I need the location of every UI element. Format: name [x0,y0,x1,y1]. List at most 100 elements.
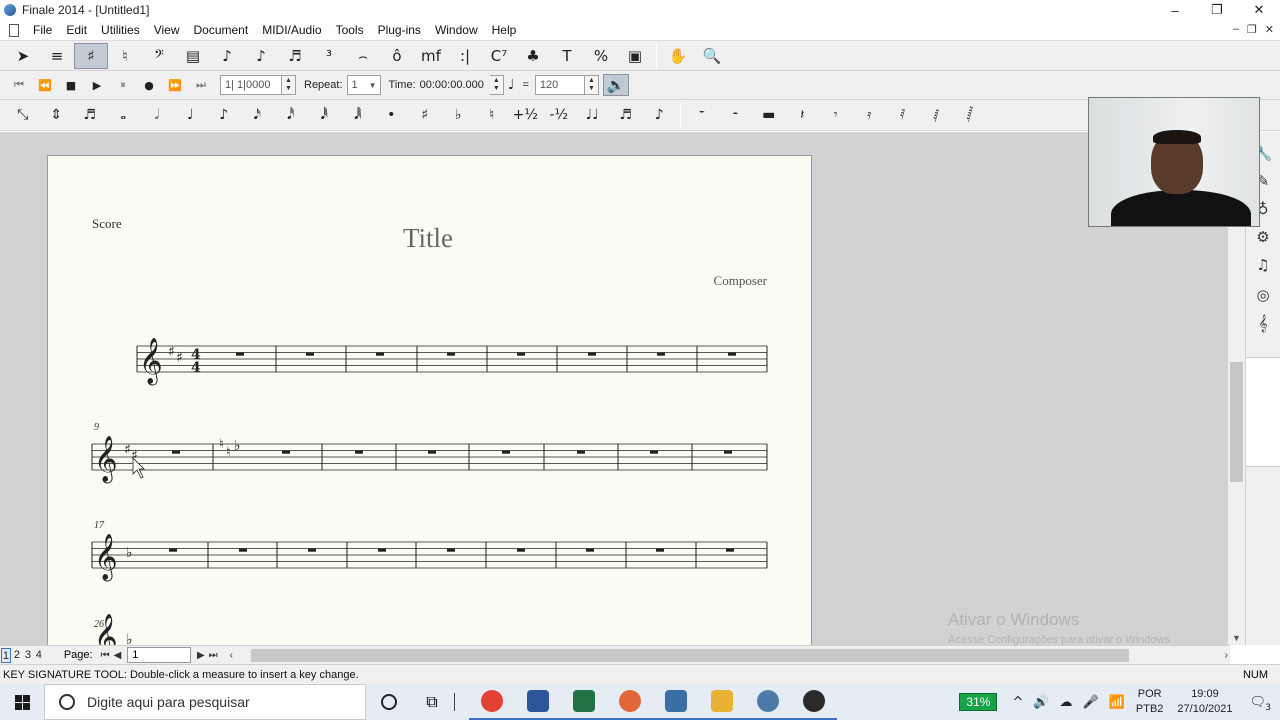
previous-page-icon[interactable]: ◀ [114,650,122,661]
status-message: KEY SIGNATURE TOOL: Double-click a measu… [3,668,359,681]
windows-taskbar: Digite aqui para pesquisar ⧉ 31% ^ 🔊 ☁ 🎤… [0,684,1280,720]
page-tab-1[interactable]: 1 [1,647,11,663]
scroll-down-icon[interactable]: ▼ [1228,633,1245,643]
whole-rest [355,450,363,454]
task-view-icon: ⧉ [426,692,438,711]
page-tab-3[interactable]: 3 [23,648,33,663]
sharp-icon: ♯ [124,442,131,458]
chevron-up-icon[interactable]: ^ [1012,695,1023,710]
word-icon [527,690,549,712]
first-page-icon[interactable]: ⏮ [101,650,110,661]
whole-rest [726,548,734,552]
excel-icon [573,690,595,712]
keyboard-layout: PTB2 [1135,703,1164,715]
notification-count: 3 [1265,702,1271,713]
side-palette-6-icon[interactable]: ◎ [1252,284,1274,306]
start-button[interactable] [0,684,44,720]
flat-icon: ♭ [126,545,133,561]
whole-rest [306,352,314,356]
whole-rest [517,548,525,552]
page-tab-4[interactable]: 4 [34,648,44,663]
activation-watermark-text: Acesse Configurações para ativar o Windo… [948,634,1173,646]
sharp-icon: ♯ [176,350,183,366]
whole-rest [376,352,384,356]
side-palette-7-icon[interactable]: 𝄞 [1252,312,1274,334]
paint-icon [619,690,641,712]
side-palette-5-icon[interactable]: ♫ [1252,254,1274,276]
next-page-icon[interactable]: ▶ [197,650,205,661]
time-signature-denominator: 4 [191,360,201,376]
whole-rest [308,548,316,552]
clock-time: 19:09 [1191,688,1219,700]
paint-taskbar-button[interactable] [607,684,653,720]
search-placeholder: Digite aqui para pesquisar [87,694,250,710]
cortana-icon [381,694,397,710]
whole-rest [657,352,665,356]
whole-rest [502,450,510,454]
whole-rest [517,352,525,356]
language-indicator[interactable]: POR PTB2 [1136,687,1164,717]
num-lock-indicator: NUM [1242,668,1268,681]
right-panel-blank [1246,357,1280,467]
whole-rest [650,450,658,454]
excel-taskbar-button[interactable] [561,684,607,720]
treble-clef-icon: 𝄞 [139,338,163,386]
chrome-taskbar-button[interactable] [469,684,515,720]
windows-logo-icon [14,694,30,710]
horizontal-scrollbar[interactable] [243,647,1223,663]
page-label: Page: [63,649,93,661]
page-tab-2[interactable]: 2 [12,648,22,663]
clock-date: 27/10/2021 [1177,703,1233,715]
clock[interactable]: 19:09 27/10/2021 [1177,687,1232,717]
finale-taskbar-button[interactable] [745,684,791,720]
whole-rest [447,548,455,552]
whole-rest [428,450,436,454]
obs-icon [803,690,825,712]
calculator-taskbar-button[interactable] [653,684,699,720]
calculator-icon [665,690,687,712]
treble-clef-icon: 𝄞 [94,534,118,582]
horizontal-scroll-thumb[interactable] [251,648,1129,662]
whole-rest [656,548,664,552]
wifi-icon[interactable]: 📶 [1109,695,1125,710]
vertical-scroll-thumb[interactable] [1230,362,1243,482]
scroll-left-icon[interactable]: ‹ [230,650,233,661]
side-palette-4-icon[interactable]: ⚙ [1252,226,1274,248]
cortana-button[interactable] [366,684,412,720]
natural-icon: ♮ [226,445,231,460]
task-view-button[interactable]: ⧉ [412,684,452,720]
natural-icon: ♮ [219,437,224,452]
whole-rest [586,548,594,552]
whole-rest [378,548,386,552]
volume-icon[interactable]: 🔊 [1033,695,1049,710]
last-page-icon[interactable]: ⏭ [209,650,218,661]
treble-clef-icon: 𝄞 [94,436,118,484]
microphone-icon[interactable]: 🎤 [1083,695,1099,710]
whole-rest [239,548,247,552]
word-taskbar-button[interactable] [515,684,561,720]
finale-icon [757,690,779,712]
whole-rest [169,548,177,552]
flat-icon: ♭ [234,438,241,454]
scroll-right-icon[interactable]: › [1225,650,1228,661]
notification-center-icon[interactable]: 🗨 3 [1249,695,1271,713]
webcam-overlay [1088,97,1260,227]
file-explorer-icon [711,690,733,712]
search-icon [59,694,75,710]
sharp-icon: ♯ [168,344,175,360]
page-number-input[interactable]: 1 [127,647,191,663]
whole-rest [447,352,455,356]
system-tray: 31% ^ 🔊 ☁ 🎤 📶 POR PTB2 19:09 27/10/2021 … [959,684,1280,720]
whole-rest [282,450,290,454]
language-code: POR [1137,688,1162,700]
whole-rest [728,352,736,356]
status-bar: KEY SIGNATURE TOOL: Double-click a measu… [0,664,1280,684]
battery-indicator[interactable]: 31% [959,693,998,711]
onedrive-icon[interactable]: ☁ [1060,695,1073,710]
whole-rest [724,450,732,454]
obs-taskbar-button[interactable] [791,684,837,720]
chrome-icon [481,690,503,712]
whole-rest [236,352,244,356]
file-explorer-taskbar-button[interactable] [699,684,745,720]
taskbar-search[interactable]: Digite aqui para pesquisar [44,684,366,720]
